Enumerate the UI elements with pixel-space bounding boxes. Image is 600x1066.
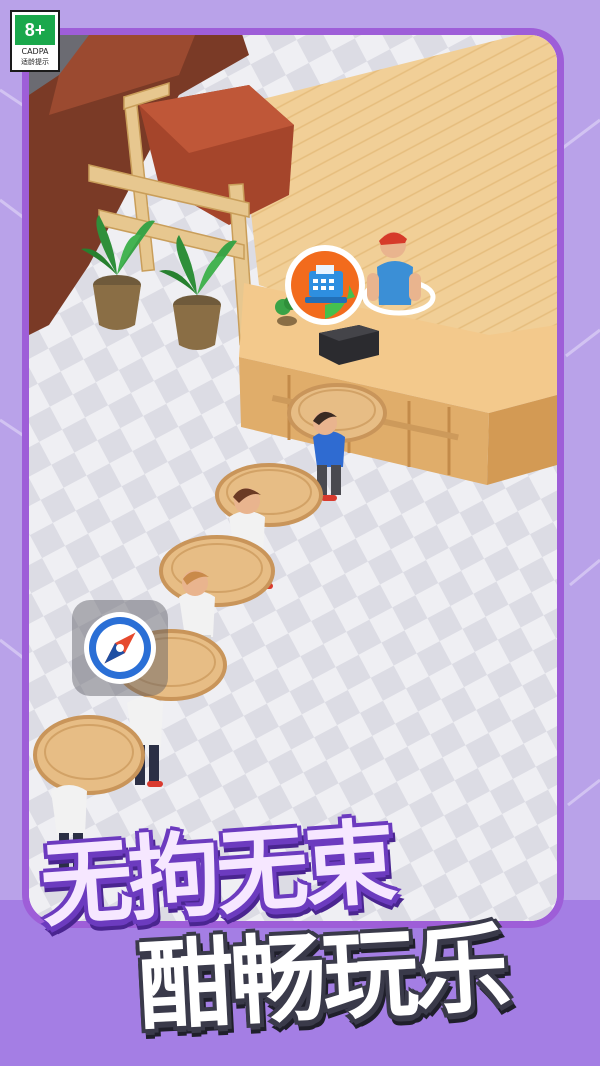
headline-line-2: 酣畅玩乐 <box>135 912 510 1044</box>
game-scene[interactable] <box>29 35 557 921</box>
phone-frame <box>22 28 564 928</box>
compass-button[interactable] <box>72 600 168 696</box>
age-rating-value: 8+ <box>15 15 55 45</box>
compass-icon <box>84 612 156 684</box>
age-rating-organization: CADPA <box>21 47 49 56</box>
cash-register-icon[interactable] <box>285 245 365 325</box>
age-rating-hint: 适龄提示 <box>21 58 49 66</box>
age-rating-badge: 8+ CADPA 适龄提示 <box>10 10 60 72</box>
